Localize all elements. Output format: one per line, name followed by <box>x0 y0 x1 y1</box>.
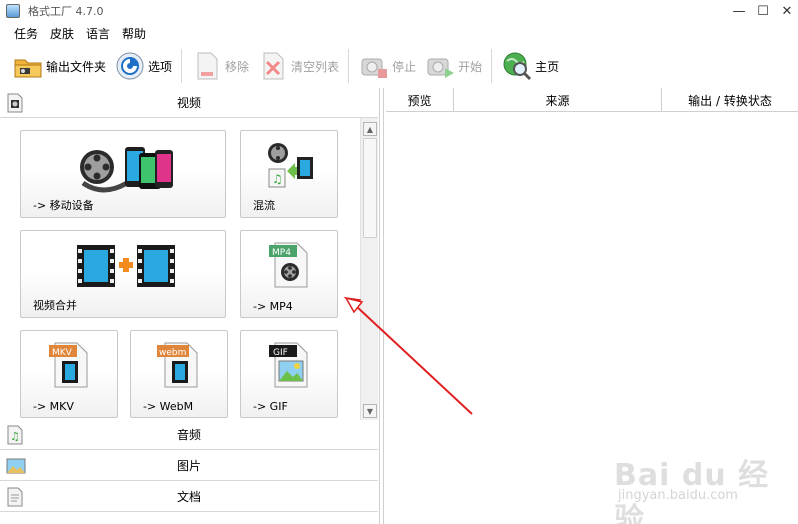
column-preview[interactable]: 预览 <box>386 88 454 112</box>
document-category-icon <box>6 487 24 507</box>
tile-gif-label: -> GIF <box>253 400 288 413</box>
tile-webm-label: -> WebM <box>143 400 194 413</box>
tile-gif[interactable]: GIF -> GIF <box>240 330 338 418</box>
mux-icon: ♫ <box>265 141 315 194</box>
tile-mp4-label: -> MP4 <box>253 300 293 313</box>
menu-bar: 任务 皮肤 语言 帮助 <box>0 22 798 44</box>
clear-list-button[interactable]: 清空列表 <box>253 48 343 84</box>
category-image[interactable]: 图片 <box>0 451 378 481</box>
tile-mux-label: 混流 <box>253 199 275 212</box>
mp4-file-icon: MP4 <box>267 239 313 292</box>
menu-language[interactable]: 语言 <box>80 25 116 42</box>
column-output-status[interactable]: 输出 / 转换状态 <box>662 88 798 112</box>
mp4-badge: MP4 <box>272 248 291 258</box>
toolbar: 输出文件夹 选项 移除 清空列表 停止 开始 主页 <box>0 44 798 88</box>
image-category-icon <box>6 456 26 476</box>
clear-list-icon <box>257 50 289 82</box>
stop-button[interactable]: 停止 <box>354 48 420 84</box>
options-button[interactable]: 选项 <box>110 48 176 84</box>
output-folder-label: 输出文件夹 <box>46 59 107 74</box>
category-document-label: 文档 <box>176 490 201 504</box>
maximize-button[interactable]: ☐ <box>750 0 776 22</box>
tile-mobile-device-label: -> 移动设备 <box>33 199 94 212</box>
category-audio-label: 音频 <box>176 428 201 442</box>
mkv-badge: MKV <box>52 348 73 358</box>
start-button[interactable]: 开始 <box>420 48 486 84</box>
tile-mkv[interactable]: MKV -> MKV <box>20 330 118 418</box>
remove-icon <box>191 50 223 82</box>
tile-scrollbar[interactable]: ▲ ▼ <box>360 118 378 420</box>
start-icon <box>424 50 456 82</box>
scrollbar-thumb[interactable] <box>363 138 377 238</box>
tile-webm[interactable]: webm -> WebM <box>130 330 228 418</box>
webm-badge: webm <box>159 348 186 358</box>
home-label: 主页 <box>535 59 560 74</box>
mobile-device-icon <box>79 143 175 198</box>
start-label: 开始 <box>458 59 483 74</box>
tile-mobile-device[interactable]: -> 移动设备 <box>20 130 226 218</box>
stop-label: 停止 <box>392 59 417 74</box>
task-list-header: 预览 来源 输出 / 转换状态 <box>386 88 798 112</box>
toolbar-separator <box>181 49 183 83</box>
stop-icon <box>358 50 390 82</box>
toolbar-separator <box>348 49 350 83</box>
home-button[interactable]: 主页 <box>497 48 563 84</box>
tile-video-join[interactable]: 视频合并 <box>20 230 226 318</box>
window-title: 格式工厂 4.7.0 <box>28 5 104 18</box>
remove-button[interactable]: 移除 <box>187 48 253 84</box>
tile-mkv-label: -> MKV <box>33 400 74 413</box>
audio-category-icon: ♫ <box>6 425 24 445</box>
svg-text:♫: ♫ <box>10 430 20 443</box>
options-label: 选项 <box>148 59 173 74</box>
task-list-panel: 预览 来源 输出 / 转换状态 <box>386 88 798 524</box>
remove-label: 移除 <box>225 59 250 74</box>
tile-video-join-label: 视频合并 <box>33 299 77 312</box>
app-icon <box>6 4 20 18</box>
function-panel: 视频 -> 移动设备 ♫ 混流 视频合并 MP4 -> MP4 MKV -> M… <box>0 88 380 524</box>
folder-icon <box>12 50 44 82</box>
video-category-icon <box>6 93 24 113</box>
tile-mux[interactable]: ♫ 混流 <box>240 130 338 218</box>
panel-divider[interactable] <box>383 88 384 524</box>
menu-skin[interactable]: 皮肤 <box>44 25 80 42</box>
menu-help[interactable]: 帮助 <box>116 25 152 42</box>
svg-text:♫: ♫ <box>272 172 283 186</box>
category-video[interactable]: 视频 <box>0 88 378 118</box>
mkv-file-icon: MKV <box>47 339 93 392</box>
globe-search-icon <box>501 50 533 82</box>
column-source[interactable]: 来源 <box>454 88 662 112</box>
category-image-label: 图片 <box>176 459 201 473</box>
tile-mp4[interactable]: MP4 -> MP4 <box>240 230 338 318</box>
toolbar-separator <box>491 49 493 83</box>
category-document[interactable]: 文档 <box>0 482 378 512</box>
video-tile-area: -> 移动设备 ♫ 混流 视频合并 MP4 -> MP4 MKV -> MKV … <box>0 118 360 420</box>
video-join-icon <box>75 241 177 294</box>
category-video-label: 视频 <box>176 96 201 110</box>
webm-file-icon: webm <box>157 339 203 392</box>
minimize-button[interactable]: — <box>726 0 752 22</box>
title-bar: 格式工厂 4.7.0 — ☐ ✕ <box>0 0 798 22</box>
category-audio[interactable]: ♫ 音频 <box>0 420 378 450</box>
clear-list-label: 清空列表 <box>291 59 340 74</box>
options-icon <box>114 50 146 82</box>
gif-badge: GIF <box>273 348 288 358</box>
gif-file-icon: GIF <box>267 339 313 392</box>
menu-task[interactable]: 任务 <box>8 25 44 42</box>
scroll-down-icon[interactable]: ▼ <box>363 404 377 418</box>
scroll-up-icon[interactable]: ▲ <box>363 122 377 136</box>
output-folder-button[interactable]: 输出文件夹 <box>8 48 110 84</box>
close-button[interactable]: ✕ <box>774 0 798 22</box>
